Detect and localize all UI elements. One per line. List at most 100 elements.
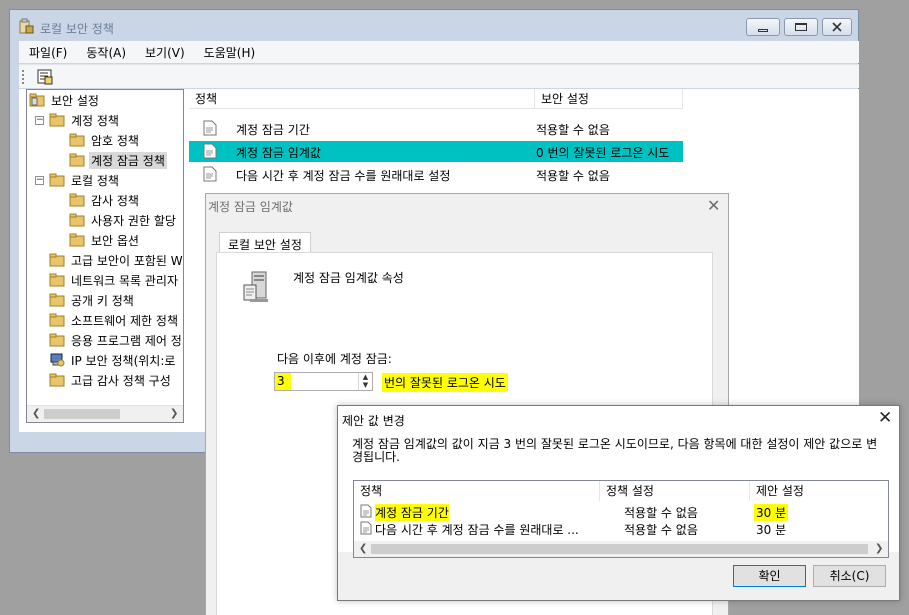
scroll-thumb[interactable] xyxy=(44,409,120,419)
folder-icon xyxy=(49,253,65,267)
tree-item-security-options[interactable]: 보안 옵션 xyxy=(69,230,141,250)
tree-item-ip-security[interactable]: IP 보안 정책(위치:로 xyxy=(49,350,177,370)
scroll-thumb[interactable] xyxy=(371,544,868,554)
policy-row[interactable]: 계정 잠금 기간 적용할 수 없음 xyxy=(189,118,683,139)
property-heading: 계정 잠금 임계값 속성 xyxy=(293,271,404,285)
policy-document-icon xyxy=(203,143,217,159)
maximize-button[interactable] xyxy=(784,18,818,36)
list-horizontal-scrollbar[interactable]: ❮ ❯ xyxy=(354,541,888,557)
tree-item-user-rights[interactable]: 사용자 권한 할당 xyxy=(69,210,178,230)
tree-item-software-restriction[interactable]: 소프트웨어 제한 정책 xyxy=(49,310,180,330)
folder-icon xyxy=(69,133,85,147)
policy-name: 계정 잠금 기간 xyxy=(236,123,310,137)
policy-setting: 적용할 수 없음 xyxy=(536,123,610,137)
menu-file[interactable]: 파일(F) xyxy=(29,44,67,61)
suggested-setting: 30 분 xyxy=(754,504,789,521)
folder-icon xyxy=(69,233,85,247)
cancel-button[interactable]: 취소(C) xyxy=(813,565,886,587)
menu-bar: 파일(F) 동작(A) 보기(V) 도움말(H) xyxy=(19,41,859,63)
tree-item-app-control[interactable]: 응용 프로그램 제어 정 xyxy=(49,330,183,350)
close-icon[interactable]: ✕ xyxy=(707,196,720,215)
tree-item-local-policies[interactable]: − 로컬 정책 xyxy=(35,170,121,190)
tree-label: 네트워크 목록 관리자 xyxy=(71,273,178,288)
tree-item-advanced-audit[interactable]: 고급 감사 정책 구성 xyxy=(49,370,173,390)
folder-icon xyxy=(49,173,65,187)
scroll-left-icon[interactable]: ❮ xyxy=(359,543,367,554)
policy-name: 다음 시간 후 계정 잠금 수를 원래대로 설정 xyxy=(236,169,451,183)
close-icon[interactable]: ✕ xyxy=(878,408,892,428)
tree-label: 암호 정책 xyxy=(91,133,139,148)
menu-action[interactable]: 동작(A) xyxy=(86,44,126,61)
tree-label: 응용 프로그램 제어 정 xyxy=(71,333,182,348)
policy-document-icon xyxy=(203,120,217,136)
folder-icon xyxy=(49,293,65,307)
column-header-suggested-setting[interactable]: 제안 설정 xyxy=(750,481,888,501)
folder-icon xyxy=(69,193,85,207)
folder-icon xyxy=(49,313,65,327)
minimize-button[interactable] xyxy=(746,18,780,36)
folder-icon xyxy=(49,113,65,127)
suggested-changes-list: 정책 정책 설정 제안 설정 계정 잠금 기간 적용할 수 없음 30 분 다음… xyxy=(353,480,889,558)
folder-icon xyxy=(69,153,85,167)
close-button[interactable] xyxy=(822,18,852,36)
list-item[interactable]: 다음 시간 후 계정 잠금 수를 원래대로 ... 적용할 수 없음 30 분 xyxy=(354,520,888,537)
collapse-icon[interactable]: − xyxy=(35,175,44,185)
tree-item-advanced-firewall[interactable]: 고급 보안이 포함된 W xyxy=(49,250,183,270)
lockout-threshold-stepper[interactable]: 3 ▲ ▼ xyxy=(274,372,373,391)
close-icon xyxy=(832,22,842,32)
policy-document-icon xyxy=(360,521,372,535)
tree-label: 공개 키 정책 xyxy=(71,293,134,308)
tree-label: 사용자 권한 할당 xyxy=(91,213,176,228)
spin-down-icon[interactable]: ▼ xyxy=(359,381,372,389)
menu-view[interactable]: 보기(V) xyxy=(145,44,185,61)
toolbar-grip[interactable] xyxy=(22,70,25,84)
ok-button[interactable]: 확인 xyxy=(733,565,806,587)
policy-setting: 적용할 수 없음 xyxy=(536,169,610,183)
policy-document-icon xyxy=(203,166,217,182)
tree-item-password-policy[interactable]: 암호 정책 xyxy=(69,130,141,150)
tab-local-security-setting[interactable]: 로컬 보안 설정 xyxy=(219,232,311,253)
menu-help[interactable]: 도움말(H) xyxy=(204,44,256,61)
policy-row[interactable]: 다음 시간 후 계정 잠금 수를 원래대로 설정 적용할 수 없음 xyxy=(189,164,683,185)
column-header-policy-setting[interactable]: 정책 설정 xyxy=(600,481,750,501)
lockout-threshold-value[interactable]: 3 xyxy=(275,373,291,390)
dialog-title-bar[interactable]: 제안 값 변경 ✕ xyxy=(338,406,899,432)
scroll-right-icon[interactable]: ❯ xyxy=(875,543,883,554)
spin-up-icon[interactable]: ▲ xyxy=(359,373,372,381)
tree-item-account-lockout-policy[interactable]: 계정 잠금 정책 xyxy=(69,150,167,170)
tree-label: 계정 잠금 정책 xyxy=(89,151,167,169)
dialog-title: 제안 값 변경 xyxy=(342,414,405,428)
policy-setting: 적용할 수 없음 xyxy=(624,506,698,520)
tree-item-public-key[interactable]: 공개 키 정책 xyxy=(49,290,136,310)
navigation-tree: 보안 설정 − 계정 정책 암호 정책 계정 잠금 정책 − 로컬 정책 감사 … xyxy=(26,89,184,423)
shield-folder-icon xyxy=(29,93,45,107)
stepper-buttons[interactable]: ▲ ▼ xyxy=(358,373,372,390)
scroll-left-icon[interactable]: ❮ xyxy=(32,408,40,419)
tree-item-security-settings[interactable]: 보안 설정 xyxy=(29,90,101,110)
column-header-policy[interactable]: 정책 xyxy=(189,89,535,109)
dialog-message: 계정 잠금 임계값의 값이 지금 3 번의 잘못된 로그온 시도이므로, 다음 … xyxy=(352,437,878,464)
list-item[interactable]: 계정 잠금 기간 적용할 수 없음 30 분 xyxy=(354,503,888,521)
lockout-threshold-unit: 번의 잘못된 로그온 시도 xyxy=(382,373,508,392)
minimize-icon xyxy=(758,28,768,32)
policy-name: 계정 잠금 임계값 xyxy=(236,146,321,160)
policy-document-icon xyxy=(360,504,372,518)
dialog-body: 계정 잠금 임계값의 값이 지금 3 번의 잘못된 로그온 시도이므로, 다음 … xyxy=(338,432,899,558)
policy-row-selected[interactable]: 계정 잠금 임계값 0 번의 잘못된 로그온 시도 xyxy=(189,141,683,162)
ip-security-icon xyxy=(50,353,65,367)
tree-horizontal-scrollbar[interactable]: ❮ ❯ xyxy=(27,405,183,422)
tree-item-account-policies[interactable]: − 계정 정책 xyxy=(35,110,121,130)
suggested-value-dialog: 제안 값 변경 ✕ 계정 잠금 임계값의 값이 지금 3 번의 잘못된 로그온 … xyxy=(337,405,900,601)
policy-name: 계정 잠금 기간 xyxy=(375,504,449,521)
column-header-security-setting[interactable]: 보안 설정 xyxy=(535,89,683,109)
tree-item-network-list[interactable]: 네트워크 목록 관리자 xyxy=(49,270,180,290)
tree-item-audit-policy[interactable]: 감사 정책 xyxy=(69,190,141,210)
export-list-icon[interactable] xyxy=(37,69,53,85)
scroll-right-icon[interactable]: ❯ xyxy=(170,408,178,419)
folder-icon xyxy=(49,373,65,387)
column-header-policy[interactable]: 정책 xyxy=(354,481,600,501)
collapse-icon[interactable]: − xyxy=(35,115,44,125)
tree-label: 계정 정책 xyxy=(71,113,119,128)
tree-label: 고급 보안이 포함된 W xyxy=(71,253,183,268)
title-bar[interactable]: 로컬 보안 정책 xyxy=(10,10,858,41)
